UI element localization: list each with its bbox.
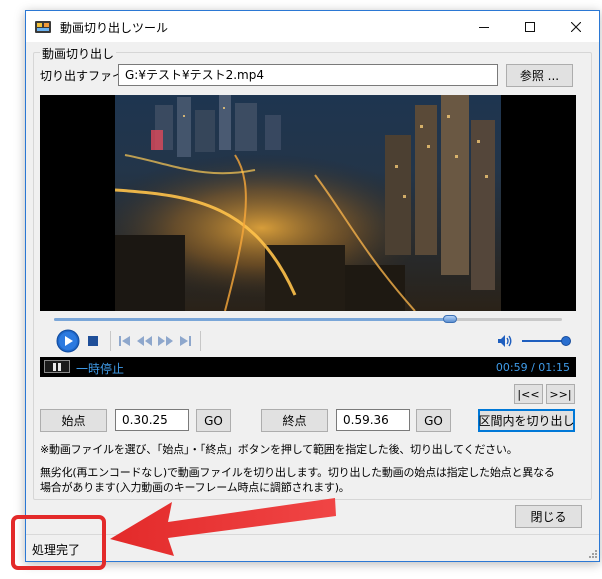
play-button[interactable]: [56, 329, 80, 353]
volume-thumb[interactable]: [561, 336, 572, 346]
stop-icon: [88, 336, 98, 346]
rewind-icon: [136, 336, 152, 346]
player-controls: [40, 327, 576, 355]
file-path-input[interactable]: G:¥テスト¥テスト2.mp4: [118, 64, 498, 86]
annotation-highlight-box: [11, 515, 106, 570]
window-title: 動画切り出しツール: [60, 21, 169, 35]
fast-forward-button[interactable]: [157, 334, 173, 348]
group-legend: 動画切り出し: [40, 45, 117, 62]
close-button[interactable]: 閉じる: [515, 505, 582, 528]
mute-button[interactable]: [497, 334, 513, 348]
title-bar[interactable]: 動画切り出しツール: [26, 11, 599, 42]
pause-icon: [53, 362, 61, 371]
resize-grip-icon[interactable]: [587, 548, 597, 558]
cut-range-button[interactable]: 区間内を切り出し: [478, 409, 575, 432]
skip-start-icon: [118, 336, 130, 346]
set-end-button[interactable]: 終点: [261, 409, 328, 432]
browse-button[interactable]: 参照 ...: [506, 64, 573, 87]
minimize-button[interactable]: [461, 11, 507, 42]
minimize-icon: [479, 26, 489, 28]
info-note-line1: 無劣化(再エンコードなし)で動画ファイルを切り出します。切り出した動画の始点は指…: [40, 466, 555, 479]
end-time-input[interactable]: 0.59.36: [336, 409, 410, 431]
speaker-icon: [498, 335, 512, 347]
controls-divider: [110, 331, 111, 351]
pause-state-indicator: [44, 360, 70, 373]
annotation-arrow-icon: [110, 498, 336, 556]
play-icon: [56, 329, 80, 353]
next-keyframe-button[interactable]: >>|: [546, 384, 575, 404]
seek-bar[interactable]: [54, 318, 562, 321]
skip-end-icon: [179, 336, 191, 346]
end-go-button[interactable]: GO: [416, 409, 451, 432]
seek-thumb[interactable]: [443, 315, 458, 323]
maximize-icon: [525, 21, 535, 32]
video-preview[interactable]: [40, 95, 576, 311]
rewind-button[interactable]: [136, 334, 152, 348]
playback-status-strip: 一時停止 00:59 / 01:15: [40, 357, 576, 377]
start-go-button[interactable]: GO: [196, 409, 231, 432]
playback-state-text: 一時停止: [76, 362, 125, 376]
skip-start-button[interactable]: [118, 334, 130, 348]
close-window-button[interactable]: [553, 11, 599, 42]
seek-progress: [54, 318, 451, 321]
close-icon: [571, 21, 581, 32]
video-frame-image: [115, 95, 501, 311]
stop-button[interactable]: [87, 335, 99, 347]
volume-level: [522, 340, 567, 342]
maximize-button[interactable]: [507, 11, 553, 42]
fast-forward-icon: [157, 336, 173, 346]
instruction-note: ※動画ファイルを選び、「始点」・「終点」ボタンを押して範囲を指定した後、切り出し…: [40, 443, 518, 456]
controls-divider-2: [200, 331, 201, 351]
start-time-input[interactable]: 0.30.25: [115, 409, 189, 431]
skip-end-button[interactable]: [179, 334, 191, 348]
set-start-button[interactable]: 始点: [40, 409, 107, 432]
prev-keyframe-button[interactable]: |<<: [514, 384, 543, 404]
app-icon: [35, 21, 51, 33]
playback-time: 00:59 / 01:15: [495, 361, 570, 374]
